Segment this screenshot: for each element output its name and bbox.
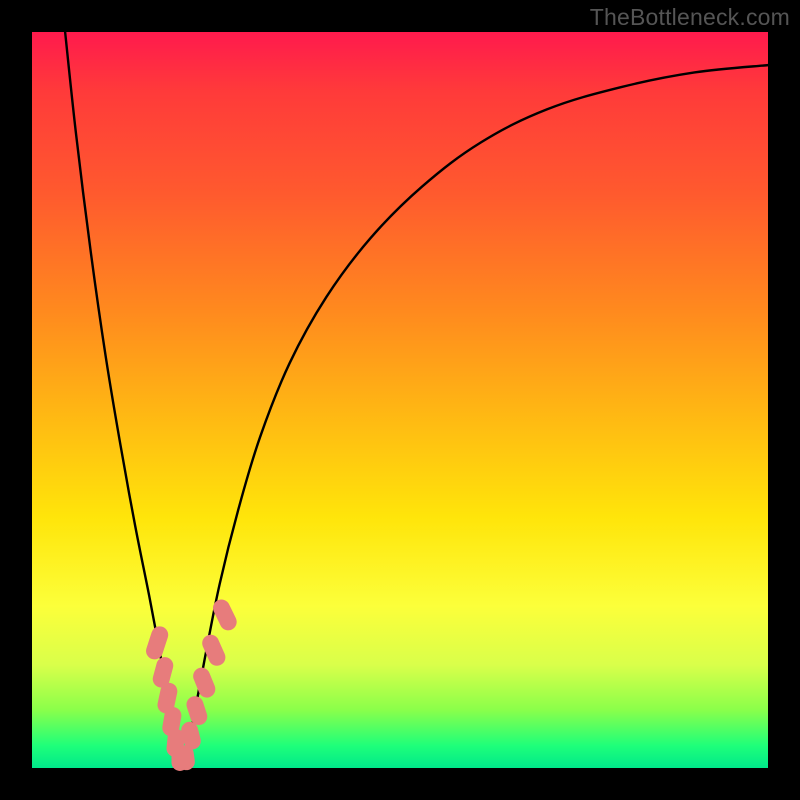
marker-layer	[144, 597, 240, 772]
beads-right-bead	[191, 665, 218, 700]
bottleneck-curve-path	[65, 32, 768, 768]
plot-area	[32, 32, 768, 768]
watermark-text: TheBottleneck.com	[590, 4, 790, 31]
beads-left-bead	[144, 624, 171, 661]
curve-layer	[65, 32, 768, 768]
beads-right-bead	[210, 597, 239, 634]
chart-svg	[32, 32, 768, 768]
chart-frame: TheBottleneck.com	[0, 0, 800, 800]
